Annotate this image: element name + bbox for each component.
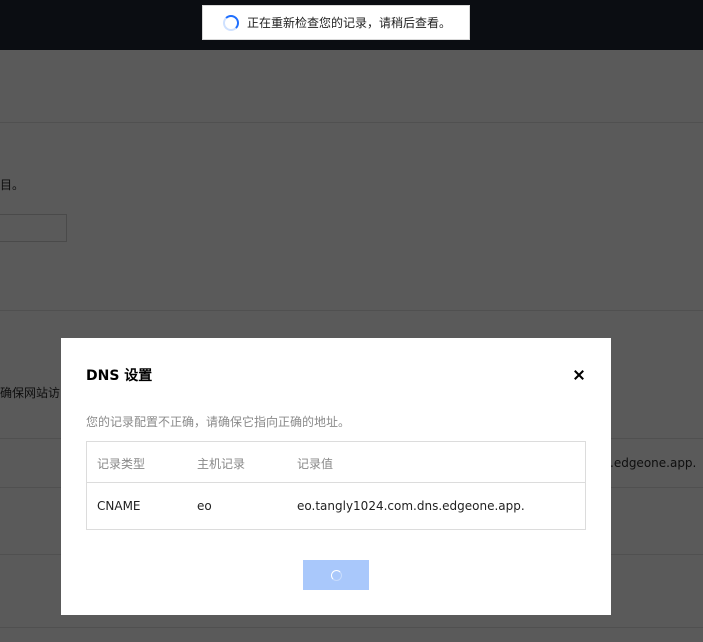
host-record-cell: eo: [197, 499, 212, 513]
column-header-record-type: 记录类型: [97, 457, 146, 471]
background-text: 确保网站访: [0, 386, 61, 400]
divider: [0, 310, 703, 311]
divider: [0, 122, 703, 123]
record-value-cell: eo.tangly1024.com.dns.edgeone.app.: [297, 499, 525, 513]
loading-spinner-icon: [223, 14, 239, 31]
loading-toast: 正在重新检查您的记录，请稍后查看。: [202, 5, 470, 40]
table-header: 记录类型 主机记录 记录值: [87, 442, 585, 483]
background-text: .edgeone.app.: [610, 456, 697, 470]
dialog-description: 您的记录配置不正确，请确保它指向正确的地址。: [86, 415, 351, 429]
divider: [0, 627, 703, 628]
background-input: [0, 214, 67, 242]
table-row: CNAME eo eo.tangly1024.com.dns.edgeone.a…: [87, 483, 585, 529]
dns-settings-dialog: DNS 设置 您的记录配置不正确，请确保它指向正确的地址。 记录类型 主机记录 …: [61, 338, 611, 615]
close-icon[interactable]: [571, 367, 587, 383]
column-header-host-record: 主机记录: [197, 457, 246, 471]
toast-message: 正在重新检查您的记录，请稍后查看。: [247, 16, 452, 30]
dns-record-table: 记录类型 主机记录 记录值 CNAME eo eo.tangly1024.com…: [86, 441, 586, 530]
dialog-title: DNS 设置: [86, 368, 153, 384]
column-header-record-value: 记录值: [297, 457, 334, 471]
background-text: 目。: [0, 178, 25, 192]
record-type-cell: CNAME: [97, 499, 141, 513]
confirm-button[interactable]: [303, 560, 369, 590]
loading-spinner-icon: [330, 569, 342, 581]
